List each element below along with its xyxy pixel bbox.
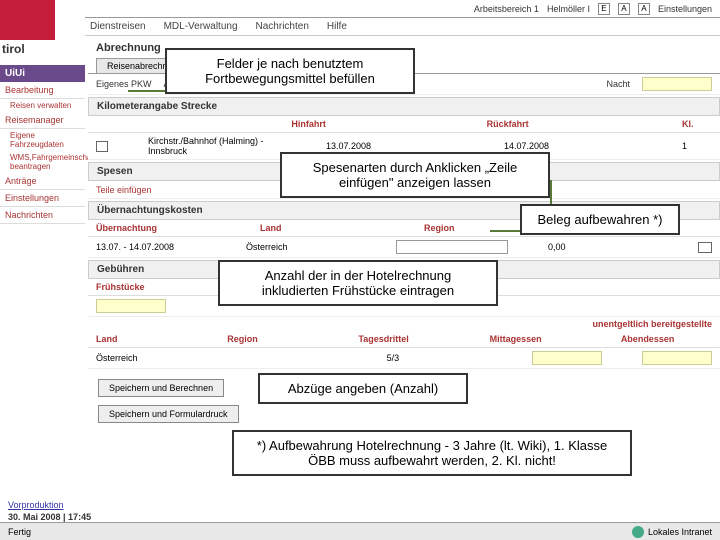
connector-line [490, 230, 520, 232]
menu-hilfe[interactable]: Hilfe [327, 21, 347, 32]
sidebar-reisen[interactable]: Reisen verwalten [0, 99, 85, 112]
workspace-label: Arbeitsbereich 1 [474, 4, 539, 14]
nacht-label: Nacht [606, 79, 630, 89]
connector-line [550, 180, 552, 204]
ubernacht-checkbox[interactable] [698, 242, 712, 253]
zeile-einfugen-link[interactable]: Teile einfügen [96, 185, 152, 195]
strecke-header: Kilometerangabe Strecke [88, 97, 720, 116]
fruhstucke-input[interactable] [96, 299, 166, 313]
connector-line [128, 90, 168, 92]
col-ruckfahrt: Rückfahrt [487, 119, 642, 129]
mittag-input[interactable] [532, 351, 602, 365]
col-mittag: Mittagessen [490, 334, 581, 344]
save-print-button[interactable]: Speichern und Formulardruck [98, 405, 239, 423]
vorproduktion-link[interactable]: Vorproduktion [8, 500, 64, 510]
sidebar-header: UiUi [0, 65, 85, 82]
abz-tagdr: 5/3 [387, 353, 492, 363]
role-label: Helmöller I [547, 4, 590, 14]
settings-link[interactable]: Einstellungen [658, 4, 712, 14]
brand-text: tirol [0, 40, 85, 58]
callout-felder: Felder je nach benutztem Fortbewegungsmi… [165, 48, 415, 94]
col-land: Land [260, 223, 384, 233]
intranet-icon [632, 526, 644, 538]
route-text: Kirchstr./Bahnhof (Halming) - Innsbruck [148, 136, 286, 156]
sidebar-antrage[interactable]: Anträge [0, 173, 85, 190]
accessibility-icon-3[interactable]: A [638, 3, 650, 15]
save-calc-button[interactable]: Speichern und Berechnen [98, 379, 224, 397]
callout-spesen: Spesenarten durch Anklicken „Zeile einfü… [280, 152, 550, 198]
brand-logo: tirol [0, 0, 85, 65]
accessibility-icon-1[interactable]: E [598, 3, 610, 15]
col-hinfahrt: Hinfahrt [291, 119, 446, 129]
abend-input[interactable] [642, 351, 712, 365]
nacht-input[interactable] [642, 77, 712, 91]
sidebar: UiUi Bearbeitung Reisen verwalten Reisem… [0, 65, 85, 224]
eagle-icon [0, 0, 55, 40]
ubernacht-dates: 13.07. - 14.07.2008 [96, 242, 206, 252]
hinfahrt-date: 13.07.2008 [326, 141, 464, 151]
footer-date: 30. Mai 2008 | 17:45 [8, 512, 91, 522]
abz-land: Österreich [96, 353, 201, 363]
sidebar-wms[interactable]: WMS,Fahrgemeinschaft beantragen [0, 151, 85, 173]
ubernacht-preis: 0,00 [548, 242, 658, 252]
route-checkbox[interactable] [96, 141, 108, 152]
menu-dienstreisen[interactable]: Dienstreisen [90, 21, 146, 32]
status-text: Fertig [8, 527, 31, 537]
sidebar-reisemanager[interactable]: Reisemanager [0, 112, 85, 129]
ubernacht-region-input[interactable] [396, 240, 508, 254]
col-klasse: Kl. [682, 119, 712, 129]
sidebar-bearbeitung[interactable]: Bearbeitung [0, 82, 85, 99]
zone-text: Lokales Intranet [648, 527, 712, 537]
menu-mdl[interactable]: MDL-Verwaltung [164, 21, 238, 32]
col-abz-region: Region [227, 334, 318, 344]
vehicle-label1: Eigenes PKW [96, 79, 152, 89]
klasse-val: 1 [682, 141, 712, 151]
col-abend: Abendessen [621, 334, 712, 344]
col-abz-land: Land [96, 334, 187, 344]
callout-footnote: *) Aufbewahrung Hotelrechnung - 3 Jahre … [232, 430, 632, 476]
sidebar-nachrichten[interactable]: Nachrichten [0, 207, 85, 224]
ubernacht-land: Österreich [246, 242, 356, 252]
accessibility-icon-2[interactable]: A [618, 3, 630, 15]
callout-abzuge: Abzüge angeben (Anzahl) [258, 373, 468, 404]
col-abz-tagdr: Tagesdrittel [358, 334, 449, 344]
callout-beleg: Beleg aufbewahren *) [520, 204, 680, 235]
col-ubernacht: Übernachtung [96, 223, 220, 233]
unentgelt-label: unentgeltlich bereitgestellte [88, 317, 720, 331]
callout-fruhstucke: Anzahl der in der Hotelrechnung inkludie… [218, 260, 498, 306]
menu-nachrichten[interactable]: Nachrichten [256, 21, 309, 32]
ruckfahrt-date: 14.07.2008 [504, 141, 642, 151]
sidebar-einstellungen[interactable]: Einstellungen [0, 190, 85, 207]
sidebar-fahrzeug[interactable]: Eigene Fahrzeugdaten [0, 129, 85, 151]
